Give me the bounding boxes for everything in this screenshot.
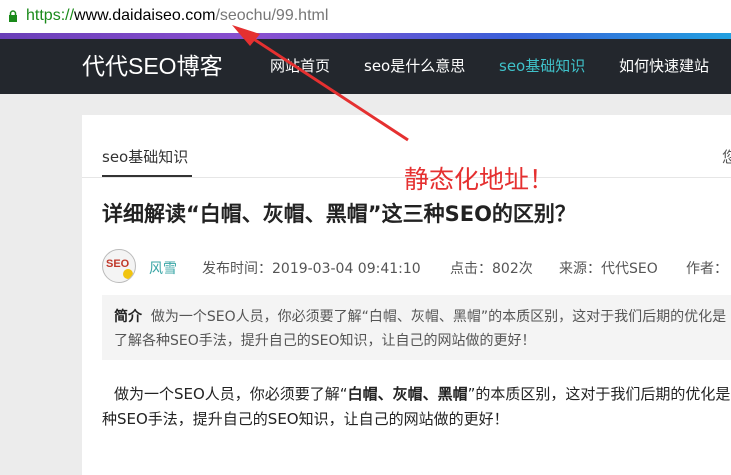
arrow-head xyxy=(232,25,260,46)
arrow-shaft xyxy=(245,32,409,142)
annotation-label: 静态化地址！ xyxy=(404,165,555,194)
annotation-arrow xyxy=(232,25,409,142)
